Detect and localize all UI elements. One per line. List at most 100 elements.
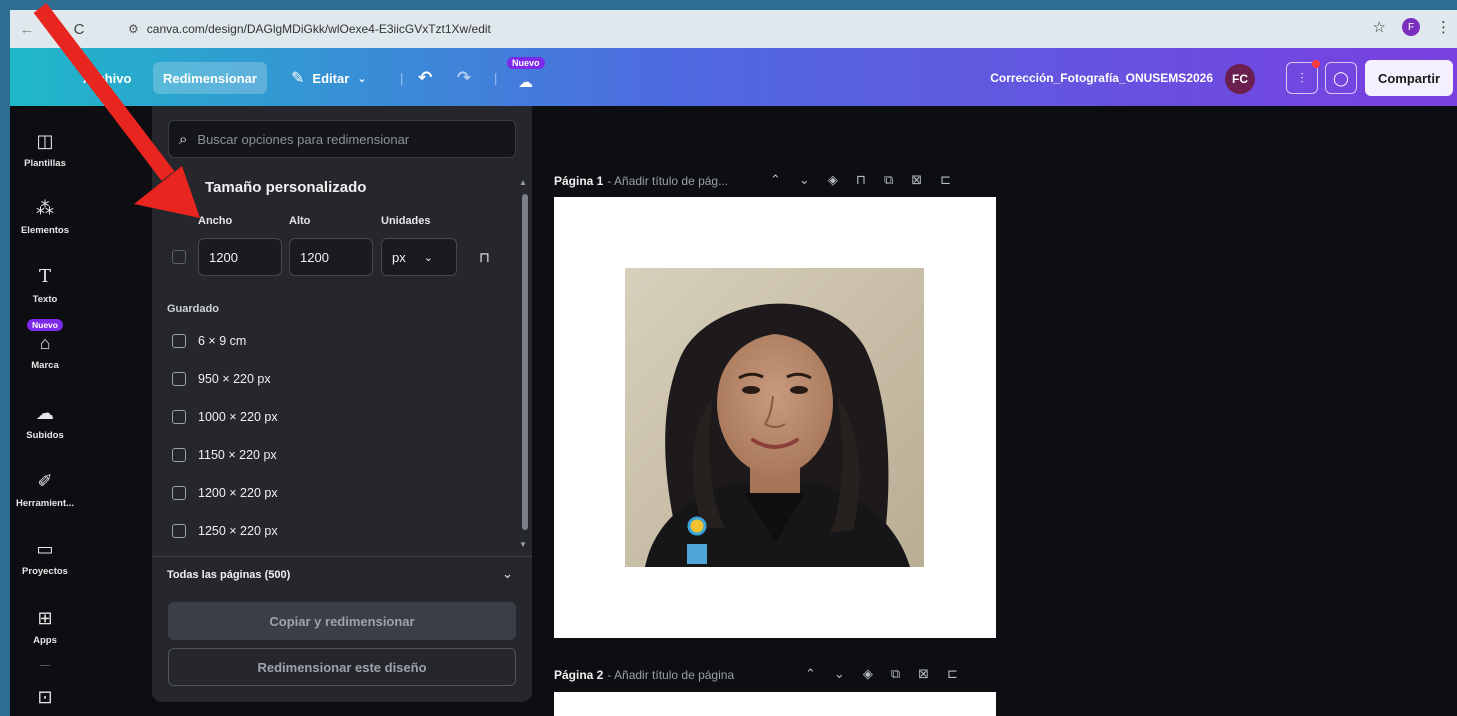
chevron-down-icon: ⌄ [357, 72, 367, 85]
sidebar-item-label: Apps [33, 635, 57, 646]
duplicate-icon[interactable]: ⧉ [884, 172, 893, 188]
chevron-down-icon[interactable]: ⌄ [834, 666, 845, 682]
width-label: Ancho [198, 215, 233, 227]
sidebar-item-tools[interactable]: ✐ Herramient... [10, 470, 80, 509]
units-label: Unidades [381, 215, 431, 227]
sidebar-item-apps[interactable]: ⊞ Apps [10, 607, 80, 646]
custom-size-checkbox[interactable] [172, 250, 186, 264]
saved-size-item[interactable]: 1250 × 220 px [172, 524, 278, 538]
hide-page-icon[interactable]: ◈ [863, 666, 873, 682]
sidebar-item-label: Elementos [20, 225, 70, 236]
site-settings-icon[interactable]: ⚙ [128, 22, 139, 36]
redo-icon[interactable]: ↷ [457, 62, 471, 94]
menu-edit-button[interactable]: ✎ Editar ⌄ [291, 62, 366, 94]
back-icon[interactable]: ← [14, 16, 40, 42]
menu-file[interactable]: Archivo [83, 62, 131, 94]
saved-size-checkbox[interactable] [172, 334, 186, 348]
sidebar-item-label: Marca [31, 360, 59, 371]
chevron-down-icon[interactable]: ⌄ [799, 172, 810, 188]
address-bar[interactable]: ⚙ canva.com/design/DAGlgMDiGkk/wlOexe4-E… [128, 16, 1388, 42]
bar-chart-icon: ⫶ [1300, 69, 1304, 86]
sidebar-divider [40, 665, 50, 666]
brand-icon: ⌂ [39, 333, 51, 353]
height-input[interactable]: 1200 [289, 238, 373, 276]
add-page-icon[interactable]: ⊏ [940, 172, 951, 188]
sidebar-item-label: Plantillas [24, 158, 66, 169]
resize-this-design-button[interactable]: Redimensionar este diseño [168, 648, 516, 686]
sidebar-item-uploads[interactable]: ☁ Subidos [10, 402, 80, 441]
page-2-title-row: Página 2 - Añadir título de página [554, 668, 734, 682]
cloud-save-icon[interactable]: ☁ [518, 66, 533, 98]
menu-edit-label: Editar [312, 70, 350, 86]
chevron-down-icon[interactable]: ⌄ [502, 566, 513, 582]
sidebar-item-text[interactable]: T Texto [10, 266, 80, 305]
saved-size-item[interactable]: 1000 × 220 px [172, 410, 278, 424]
width-input[interactable]: 1200 [198, 238, 282, 276]
separator: | [400, 70, 404, 86]
chevron-up-icon[interactable]: ⌃ [805, 666, 816, 682]
sidebar-item-label: Texto [32, 294, 58, 305]
separator: | [494, 70, 498, 86]
page-1-title-input[interactable]: - Añadir título de pág... [607, 174, 728, 188]
saved-size-checkbox[interactable] [172, 486, 186, 500]
forward-icon[interactable]: → [40, 16, 66, 42]
sidebar-item-magic[interactable]: ⊡ [10, 686, 80, 708]
copy-and-resize-button[interactable]: Copiar y redimensionar [168, 602, 516, 640]
saved-size-item[interactable]: 1150 × 220 px [172, 448, 277, 462]
saved-size-checkbox[interactable] [172, 410, 186, 424]
saved-size-checkbox[interactable] [172, 448, 186, 462]
sidebar-item-label: Herramient... [15, 498, 75, 509]
sidebar-item-projects[interactable]: ▭ Proyectos [10, 538, 80, 577]
magic-media-icon: ⊡ [37, 687, 53, 707]
duplicate-icon[interactable]: ⧉ [891, 666, 900, 682]
lock-icon[interactable]: ⊓ [856, 172, 866, 188]
user-avatar[interactable]: FC [1225, 64, 1255, 94]
scroll-down-arrow[interactable]: ▼ [519, 540, 527, 549]
all-pages-toggle[interactable]: Todas las páginas (500) [167, 569, 290, 581]
add-page-icon[interactable]: ⊏ [947, 666, 958, 682]
trash-icon[interactable]: ⊠ [918, 666, 929, 682]
page-2-canvas[interactable] [554, 692, 996, 716]
page-2-title-input[interactable]: - Añadir título de página [607, 668, 734, 682]
page-2-label: Página 2 [554, 668, 604, 682]
trash-icon[interactable]: ⊠ [911, 172, 922, 188]
sidebar-item-templates[interactable]: ◫ Plantillas [10, 130, 80, 169]
custom-size-title: Tamaño personalizado [205, 179, 367, 196]
panel-scrollbar[interactable] [522, 194, 528, 530]
sidebar-item-elements[interactable]: ⁂ Elementos [10, 197, 80, 236]
saved-size-item[interactable]: 6 × 9 cm [172, 334, 246, 348]
menu-resize-button[interactable]: Redimensionar [153, 62, 267, 94]
units-select[interactable]: px ⌄ [381, 238, 457, 276]
chevron-up-icon[interactable]: ⌃ [770, 172, 781, 188]
sidebar-item-brand[interactable]: Nuevo ⌂ Marca [10, 319, 80, 371]
upload-icon: ☁ [36, 403, 54, 423]
notification-dot [1312, 60, 1320, 68]
panel-divider [152, 556, 532, 557]
saved-size-checkbox[interactable] [172, 372, 186, 386]
insights-button[interactable]: ⫶ [1286, 60, 1320, 94]
resize-search-input[interactable] [197, 131, 498, 147]
folder-icon: ▭ [36, 539, 54, 559]
browser-profile-avatar[interactable]: F [1402, 18, 1420, 36]
design-title[interactable]: Corrección_Fotografía_ONUSEMS2026 [990, 71, 1213, 85]
aspect-lock-icon[interactable]: ⊓ [479, 249, 490, 266]
hide-page-icon[interactable]: ◈ [828, 172, 838, 188]
reload-icon[interactable]: C [66, 16, 92, 42]
saved-size-checkbox[interactable] [172, 524, 186, 538]
url-text: canva.com/design/DAGlgMDiGkk/wlOexe4-E3i… [146, 22, 491, 36]
saved-size-label: 1200 × 220 px [198, 486, 278, 500]
share-button[interactable]: Compartir [1365, 60, 1453, 96]
scroll-up-arrow[interactable]: ▲ [519, 178, 527, 187]
browser-menu-icon[interactable]: ⋮ [1436, 18, 1451, 36]
pencil-icon: ✎ [291, 70, 305, 87]
saved-size-label: 950 × 220 px [198, 372, 271, 386]
saved-size-label: 1000 × 220 px [198, 410, 278, 424]
saved-size-item[interactable]: 1200 × 220 px [172, 486, 278, 500]
comments-button[interactable]: ◯ [1325, 62, 1357, 94]
height-label: Alto [289, 215, 311, 227]
undo-icon[interactable]: ↶ [418, 62, 432, 94]
bookmark-star-icon[interactable]: ☆ [1373, 18, 1386, 36]
saved-size-item[interactable]: 950 × 220 px [172, 372, 271, 386]
portrait-photo[interactable] [625, 268, 924, 567]
text-icon: T [38, 266, 51, 287]
